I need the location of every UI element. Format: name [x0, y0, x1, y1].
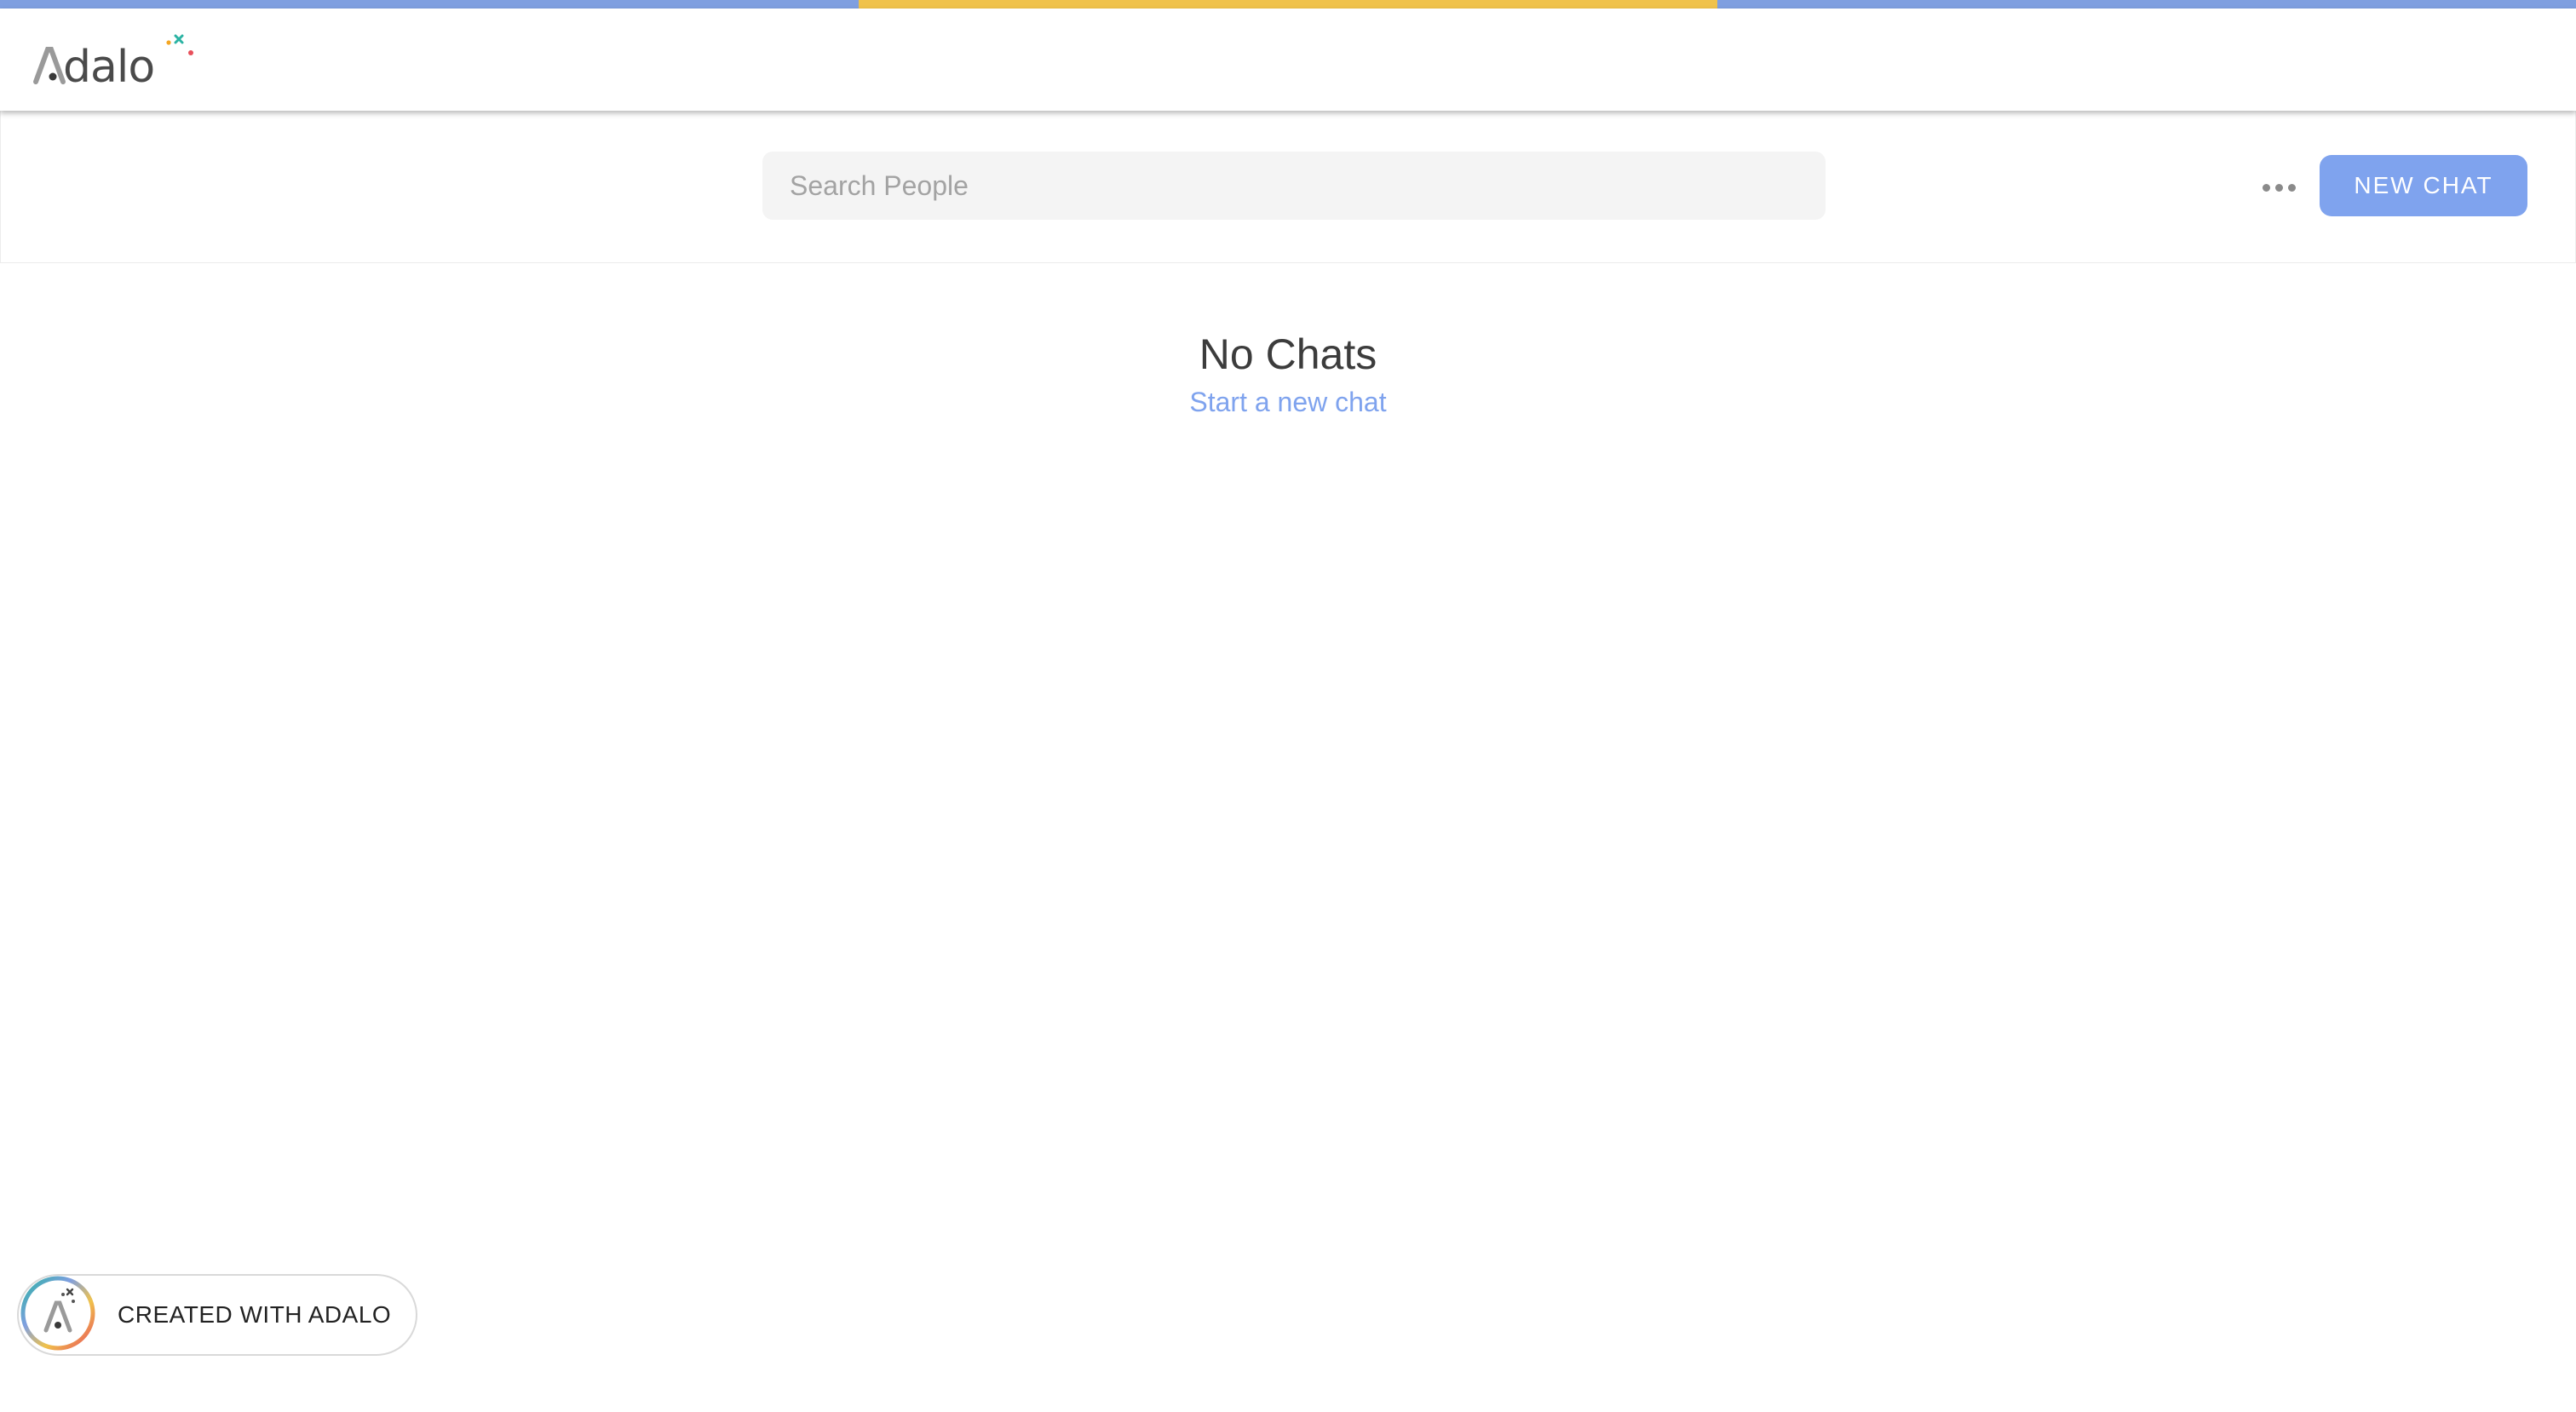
more-horizontal-icon-dot-3: [2287, 183, 2296, 192]
svg-text:dalo: dalo: [63, 42, 154, 93]
adalo-logo-icon: [20, 1276, 95, 1351]
more-options-button[interactable]: [2253, 164, 2304, 211]
new-chat-button[interactable]: NEW CHAT: [2320, 155, 2527, 216]
stripe-yellow-middle: [859, 0, 1717, 9]
search-people-input[interactable]: [788, 169, 1826, 203]
app-header: dalo: [0, 9, 2576, 111]
created-with-adalo-badge[interactable]: CREATED WITH ADALO: [17, 1274, 417, 1356]
empty-state: No Chats Start a new chat: [0, 327, 2576, 421]
stripe-blue-left: [0, 0, 859, 9]
app-root: dalo NEW CHAT No Chats Start a new chat: [0, 0, 2576, 1412]
search-bar[interactable]: [762, 152, 1826, 220]
start-new-chat-link[interactable]: Start a new chat: [1189, 383, 1386, 421]
top-color-stripe: [0, 0, 2576, 9]
stripe-blue-right: [1717, 0, 2576, 9]
more-horizontal-icon: [2262, 183, 2270, 192]
badge-label: CREATED WITH ADALO: [118, 1301, 392, 1328]
chat-toolbar: NEW CHAT: [0, 111, 2576, 263]
adalo-logo[interactable]: dalo: [32, 29, 203, 97]
adalo-logo-icon: dalo: [33, 34, 193, 93]
more-horizontal-icon-dot-2: [2274, 183, 2283, 192]
empty-state-title: No Chats: [1199, 330, 1377, 378]
